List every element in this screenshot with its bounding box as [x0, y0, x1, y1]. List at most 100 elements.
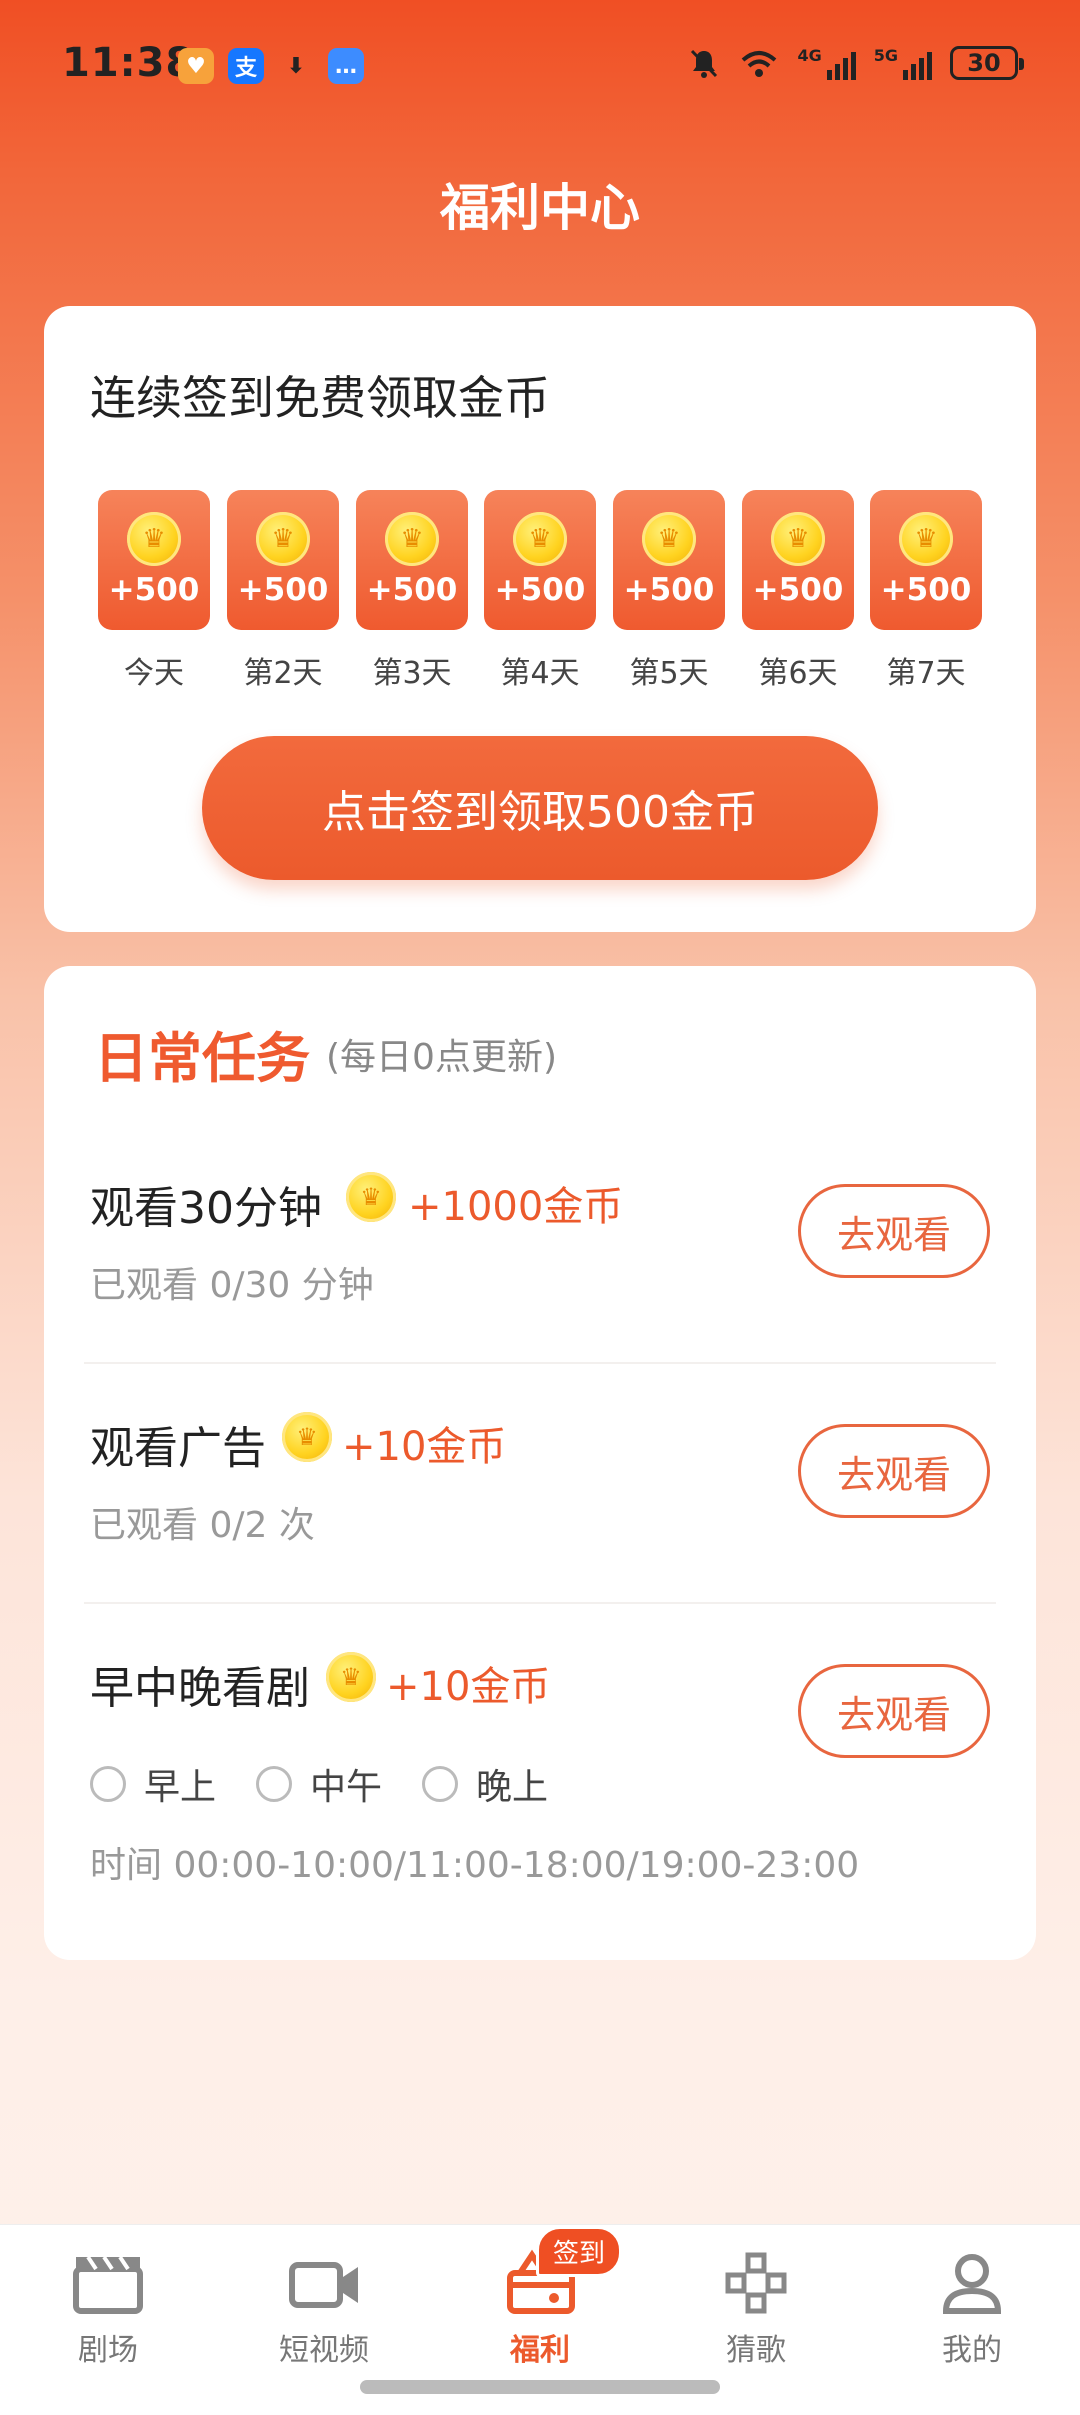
radio-label: 中午: [310, 1767, 383, 1808]
video-camera-icon: [274, 2243, 374, 2323]
coin-icon: ♛: [346, 1172, 396, 1222]
radio-circle-icon: [90, 1766, 126, 1802]
day-coin-box: ♛ +500: [613, 490, 725, 630]
day-label: 第4天: [500, 656, 580, 691]
task-reward: +1000金币: [408, 1184, 624, 1230]
radio-label: 早上: [144, 1767, 217, 1808]
task-morning-noon-night: 早中晚看剧 ♛ +10金币 早上 中午 晚上 时间 00:00-10:00/11…: [90, 1652, 990, 1886]
notification-icons: ♥ 支 ⬇ …: [178, 48, 364, 84]
nav-guess-song[interactable]: 猜歌: [648, 2243, 864, 2369]
go-watch-button[interactable]: 去观看: [798, 1664, 990, 1758]
coin-icon: ♛: [513, 512, 567, 566]
signin-day-7[interactable]: ♛ +500 第7天: [870, 490, 982, 692]
divider: [84, 1362, 996, 1364]
signin-day-4[interactable]: ♛ +500 第4天: [484, 490, 596, 692]
task-name: 观看30分钟: [90, 1183, 322, 1234]
coin-icon: ♛: [385, 512, 439, 566]
signal-5g-icon: 5G: [874, 46, 932, 80]
day-amount: +500: [108, 572, 200, 608]
go-watch-button[interactable]: 去观看: [798, 1184, 990, 1278]
coin-icon: ♛: [642, 512, 696, 566]
daily-tasks-subtitle: (每日0点更新): [326, 1037, 557, 1078]
task-name: 观看广告: [90, 1423, 266, 1474]
radio-circle-icon: [422, 1766, 459, 1802]
day-coin-box: ♛ +500: [484, 490, 596, 630]
go-watch-button[interactable]: 去观看: [798, 1424, 990, 1518]
day-label: 第2天: [243, 656, 323, 691]
signal-4g-label: 4G: [797, 46, 822, 65]
day-label: 第3天: [372, 656, 452, 691]
signin-day-1[interactable]: ♛ +500 今天: [98, 490, 210, 692]
signin-title: 连续签到免费领取金币: [90, 371, 550, 425]
task-watch-ads: 观看广告 ♛ +10金币 已观看 0/2 次 去观看: [90, 1412, 990, 1562]
day-label: 第7天: [886, 656, 966, 691]
signal-5g-label: 5G: [873, 46, 898, 65]
day-amount: +500: [880, 572, 972, 608]
radio-evening[interactable]: 晚上: [422, 1758, 548, 1810]
nav-theater[interactable]: 剧场: [0, 2243, 216, 2369]
signin-badge: 签到: [536, 2226, 623, 2277]
home-indicator[interactable]: [360, 2380, 720, 2394]
task-progress: 已观看 0/2 次: [90, 1505, 315, 1546]
nav-label: 我的: [942, 2333, 1002, 2368]
coin-icon: ♛: [256, 512, 310, 566]
signin-day-3[interactable]: ♛ +500 第3天: [356, 490, 468, 692]
day-coin-box: ♛ +500: [870, 490, 982, 630]
time-slot-options: 早上 中午 晚上: [90, 1758, 548, 1810]
day-amount: +500: [752, 572, 844, 608]
mute-icon: [691, 49, 718, 78]
alipay-icon: 支: [228, 48, 264, 84]
radio-morning[interactable]: 早上: [90, 1758, 216, 1810]
task-time-note: 时间 00:00-10:00/11:00-18:00/19:00-23:00: [90, 1845, 860, 1886]
daily-tasks-title: 日常任务: [94, 1027, 310, 1090]
page-title: 福利中心: [440, 179, 640, 237]
coin-icon: ♛: [771, 512, 825, 566]
daily-tasks-card: 日常任务 (每日0点更新) 观看30分钟 ♛ +1000金币 已观看 0/30 …: [44, 966, 1036, 1960]
day-coin-box: ♛ +500: [356, 490, 468, 630]
day-amount: +500: [237, 572, 329, 608]
battery-level: 30: [967, 49, 1001, 77]
signin-day-6[interactable]: ♛ +500 第6天: [742, 490, 854, 692]
day-label: 第6天: [758, 656, 838, 691]
nav-label: 福利: [510, 2333, 570, 2368]
download-icon: ⬇: [286, 53, 306, 79]
day-label: 第5天: [629, 656, 709, 691]
coin-icon: ♛: [899, 512, 953, 566]
clapperboard-icon: [58, 2243, 158, 2323]
nav-mine[interactable]: 我的: [864, 2243, 1080, 2369]
signal-4g-icon: 4G: [797, 46, 856, 80]
radio-circle-icon: [256, 1766, 293, 1802]
day-label: 今天: [124, 656, 184, 691]
day-coin-box: ♛ +500: [742, 490, 854, 630]
nav-label: 剧场: [78, 2333, 138, 2368]
day-amount: +500: [623, 572, 715, 608]
nav-label: 猜歌: [726, 2333, 786, 2368]
wifi-icon: [742, 51, 777, 77]
status-bar: 11:38 ♥ 支 ⬇ … 4G 5G 30: [0, 0, 1080, 130]
coin-icon: ♛: [282, 1412, 332, 1462]
status-time: 11:38: [62, 40, 195, 86]
signin-day-5[interactable]: ♛ +500 第5天: [613, 490, 725, 692]
signin-card: 连续签到免费领取金币 ♛ +500 今天 ♛ +500 第2天 ♛ +500 第…: [44, 306, 1036, 932]
day-coin-box: ♛ +500: [227, 490, 339, 630]
nav-short-video[interactable]: 短视频: [216, 2243, 432, 2369]
divider: [84, 1602, 996, 1604]
signin-button[interactable]: 点击签到领取500金币: [202, 736, 878, 880]
signin-day-2[interactable]: ♛ +500 第2天: [227, 490, 339, 692]
task-reward: +10金币: [386, 1664, 551, 1710]
coin-icon: ♛: [326, 1652, 376, 1702]
day-amount: +500: [366, 572, 458, 608]
system-icons: 4G 5G 30: [687, 46, 1024, 80]
day-coin-box: ♛ +500: [98, 490, 210, 630]
task-name: 早中晚看剧: [90, 1663, 310, 1714]
day-amount: +500: [494, 572, 586, 608]
task-reward: +10金币: [342, 1424, 507, 1470]
coin-icon: ♛: [127, 512, 181, 566]
person-icon: [922, 2243, 1022, 2323]
nav-label: 短视频: [279, 2333, 369, 2368]
task-watch-30min: 观看30分钟 ♛ +1000金币 已观看 0/30 分钟 去观看: [90, 1172, 990, 1322]
task-progress: 已观看 0/30 分钟: [90, 1265, 374, 1306]
heart-app-icon: ♥: [178, 48, 214, 84]
battery-icon: 30: [950, 46, 1024, 80]
radio-noon[interactable]: 中午: [256, 1758, 382, 1810]
